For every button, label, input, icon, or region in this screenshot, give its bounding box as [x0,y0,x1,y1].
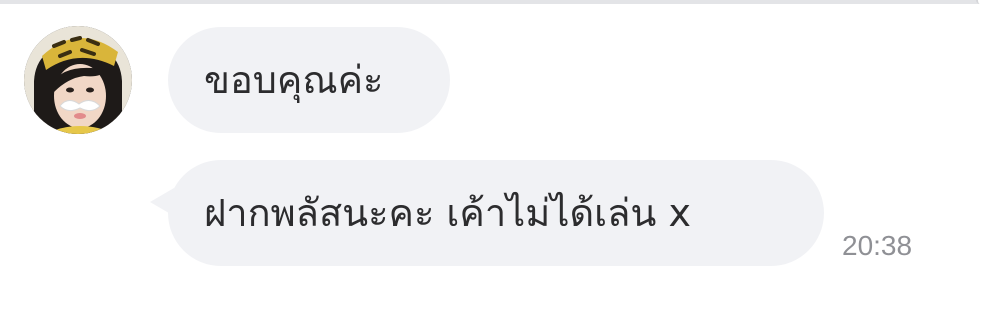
top-divider [0,0,984,4]
message-bubble-1[interactable]: ขอบคุณค่ะ [168,27,450,133]
message-bubble-2[interactable]: ฝากพลัสนะคะ เค้าไม่ได้เล่น x [168,160,824,266]
message-text-2: ฝากพลัสนะคะ เค้าไม่ได้เล่น x [204,191,691,235]
message-text-1: ขอบคุณค่ะ [204,58,384,102]
sender-avatar[interactable] [24,26,132,134]
message-timestamp: 20:38 [842,230,913,261]
avatar-image [24,26,132,134]
